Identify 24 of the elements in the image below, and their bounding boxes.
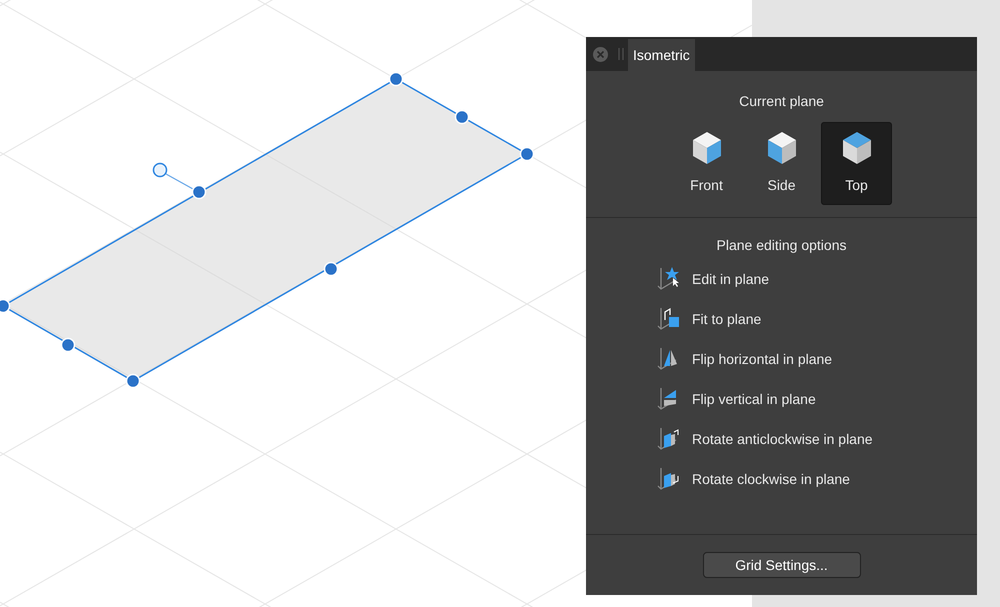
plane-option[interactable]: Fit to plane (656, 306, 762, 332)
plane-option-icon (656, 306, 680, 332)
selected-parallelogram-drawing[interactable] (0, 72, 534, 388)
close-icon[interactable] (593, 46, 608, 62)
section-heading: Current plane (739, 92, 824, 111)
section-heading: Plane editing options (716, 236, 846, 255)
plane-option-icon (656, 426, 680, 452)
plane-button[interactable]: Side (746, 122, 817, 205)
plane-option-icon (656, 266, 680, 292)
panel-tab[interactable]: Isometric (628, 39, 695, 71)
plane-option[interactable]: Flip horizontal in plane (656, 346, 832, 372)
plane-button[interactable]: Top (821, 122, 892, 205)
grid-settings-button[interactable]: Grid Settings... (702, 552, 860, 578)
plane-option[interactable]: Rotate clockwise in plane (656, 466, 850, 492)
plane-option-icon (656, 346, 680, 372)
plane-option[interactable]: Edit in plane (656, 266, 770, 292)
plane-option-icon (656, 466, 680, 492)
plane-button[interactable]: Front (671, 122, 742, 205)
cube-icon (692, 131, 722, 165)
cube-icon (766, 131, 796, 165)
plane-option[interactable]: Flip vertical in plane (656, 386, 816, 412)
grip-icon[interactable] (618, 47, 624, 61)
cube-icon (842, 131, 872, 165)
plane-option[interactable]: Rotate anticlockwise in plane (656, 426, 873, 452)
